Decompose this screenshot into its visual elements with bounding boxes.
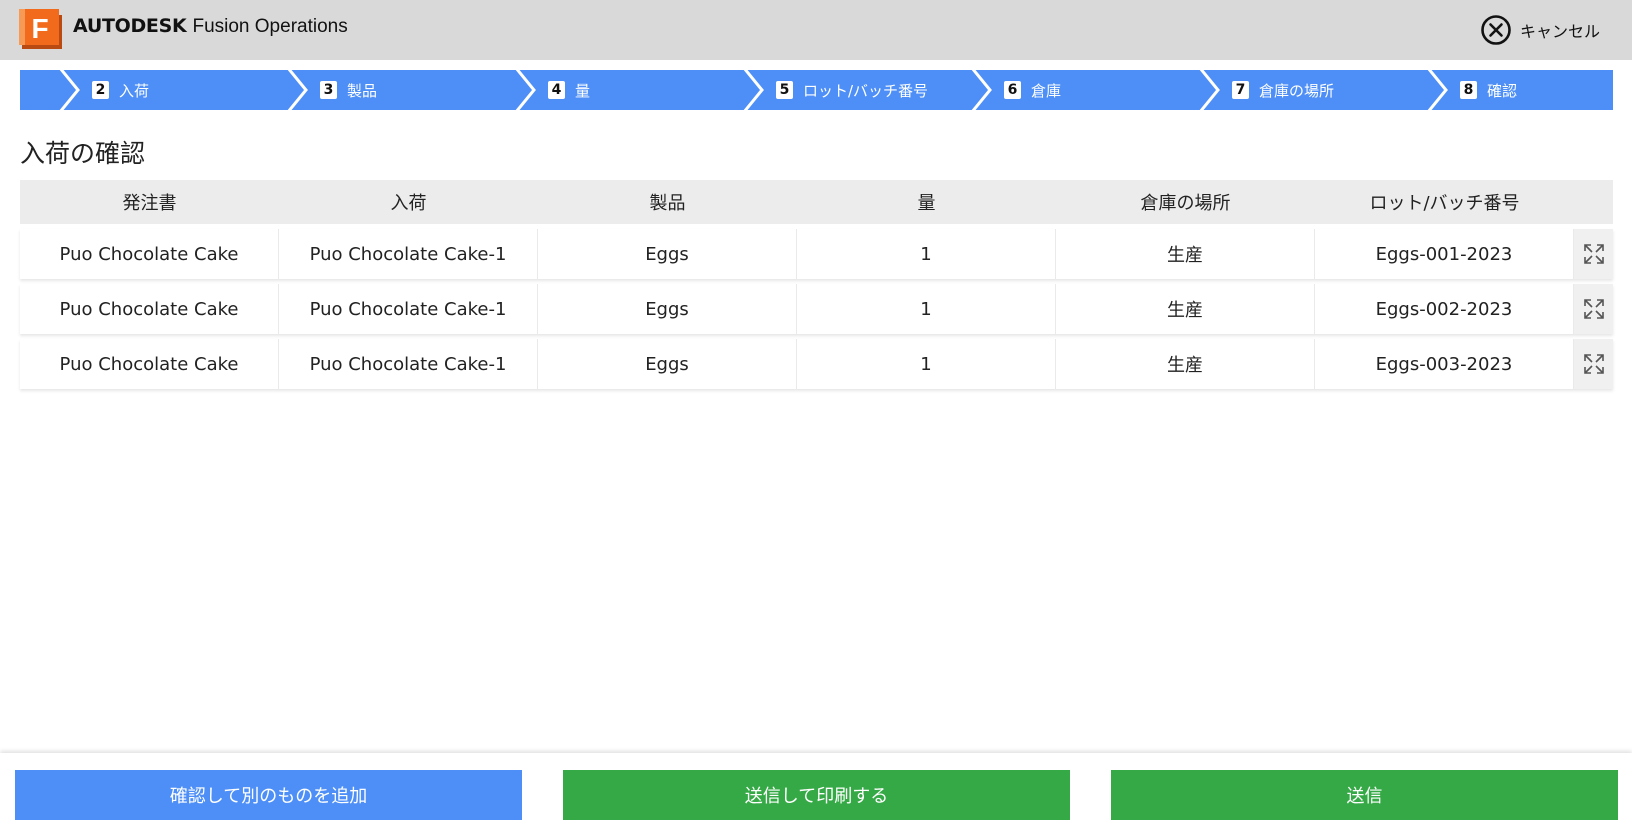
cell-purchase-order: Puo Chocolate Cake: [20, 339, 279, 389]
logo-letter: F: [31, 13, 48, 44]
table-row: Puo Chocolate Cake Puo Chocolate Cake-1 …: [20, 339, 1613, 389]
step-number: 6: [1004, 81, 1021, 99]
step-warehouse[interactable]: 6 倉庫: [1004, 70, 1061, 110]
cell-product: Eggs: [538, 284, 797, 334]
brand-company: AUTODESK: [73, 15, 187, 37]
expand-icon: [1583, 244, 1604, 264]
cell-lot-batch: Eggs-001-2023: [1315, 229, 1574, 279]
cell-quantity: 1: [797, 284, 1056, 334]
step-number: 2: [92, 81, 109, 99]
confirm-and-add-button[interactable]: 確認して別のものを追加: [15, 770, 522, 820]
action-footer: 確認して別のものを追加 送信して印刷する 送信: [0, 753, 1632, 835]
step-receipt[interactable]: 2 入荷: [92, 70, 149, 110]
step-number: 5: [776, 81, 793, 99]
cell-location: 生産: [1056, 339, 1315, 389]
send-and-print-button[interactable]: 送信して印刷する: [563, 770, 1070, 820]
app-header: F AUTODESK Fusion Operations キャンセル: [0, 0, 1632, 60]
cell-receipt: Puo Chocolate Cake-1: [279, 229, 538, 279]
cell-lot-batch: Eggs-003-2023: [1315, 339, 1574, 389]
cell-receipt: Puo Chocolate Cake-1: [279, 284, 538, 334]
column-header-location: 倉庫の場所: [1140, 193, 1231, 214]
cell-quantity: 1: [797, 229, 1056, 279]
cell-purchase-order: Puo Chocolate Cake: [20, 229, 279, 279]
table-row: Puo Chocolate Cake Puo Chocolate Cake-1 …: [20, 284, 1613, 334]
step-label: 製品: [347, 81, 378, 100]
expand-row-button[interactable]: [1574, 284, 1613, 334]
cell-location: 生産: [1056, 284, 1315, 334]
cell-lot-batch: Eggs-002-2023: [1315, 284, 1574, 334]
step-number: 4: [548, 81, 565, 99]
cell-quantity: 1: [797, 339, 1056, 389]
brand-product: Fusion Operations: [192, 16, 348, 37]
step-confirm[interactable]: 8 確認: [1460, 70, 1517, 110]
step-lot-batch[interactable]: 5 ロット/バッチ番号: [776, 70, 928, 110]
wizard-stepper: 2 入荷 3 製品 4 量 5 ロット/バッチ番号 6 倉庫 7 倉庫の場所 8…: [20, 70, 1613, 110]
step-label: 確認: [1487, 81, 1518, 100]
column-header-quantity: 量: [917, 193, 936, 214]
cell-purchase-order: Puo Chocolate Cake: [20, 284, 279, 334]
step-label: ロット/バッチ番号: [803, 81, 929, 100]
step-label: 入荷: [119, 81, 150, 100]
send-button[interactable]: 送信: [1111, 770, 1618, 820]
cancel-button[interactable]: キャンセル: [1480, 14, 1600, 46]
expand-icon: [1583, 354, 1604, 374]
expand-row-button[interactable]: [1574, 339, 1613, 389]
step-quantity[interactable]: 4 量: [548, 70, 590, 110]
column-header-receipt: 入荷: [390, 193, 427, 214]
cell-location: 生産: [1056, 229, 1315, 279]
step-warehouse-location[interactable]: 7 倉庫の場所: [1232, 70, 1334, 110]
column-header-lot-batch: ロット/バッチ番号: [1369, 193, 1520, 214]
expand-row-button[interactable]: [1574, 229, 1613, 279]
cancel-label: キャンセル: [1519, 22, 1600, 41]
step-number: 7: [1232, 81, 1249, 99]
table-header: 発注書 入荷 製品 量 倉庫の場所 ロット/バッチ番号: [20, 180, 1613, 224]
cell-receipt: Puo Chocolate Cake-1: [279, 339, 538, 389]
receipt-table: 発注書 入荷 製品 量 倉庫の場所 ロット/バッチ番号 Puo Chocolat…: [20, 180, 1613, 389]
expand-icon: [1583, 299, 1604, 319]
table-row: Puo Chocolate Cake Puo Chocolate Cake-1 …: [20, 229, 1613, 279]
step-product[interactable]: 3 製品: [320, 70, 377, 110]
fusion-logo-icon: F: [19, 9, 62, 49]
page-title: 入荷の確認: [20, 139, 146, 168]
step-label: 倉庫: [1031, 81, 1062, 100]
step-number: 3: [320, 81, 337, 99]
step-label: 量: [575, 81, 591, 100]
column-header-product: 製品: [649, 193, 686, 214]
column-header-purchase-order: 発注書: [122, 193, 177, 214]
cell-product: Eggs: [538, 229, 797, 279]
cell-product: Eggs: [538, 339, 797, 389]
step-label: 倉庫の場所: [1259, 81, 1335, 100]
close-circle-icon: [1481, 15, 1511, 45]
app-brand: AUTODESK Fusion Operations: [73, 14, 348, 39]
step-number: 8: [1460, 81, 1477, 99]
